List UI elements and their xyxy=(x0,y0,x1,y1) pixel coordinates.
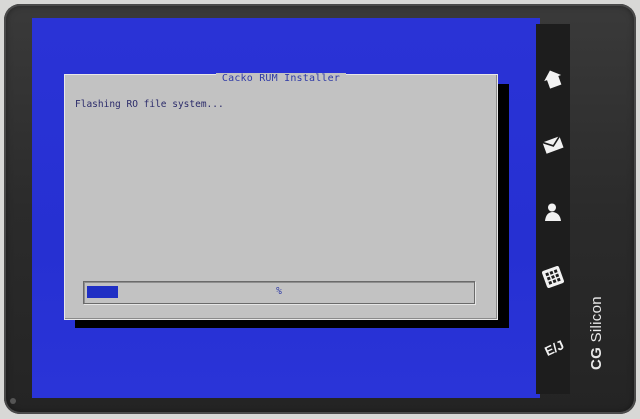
mail-button[interactable] xyxy=(540,132,566,158)
home-button[interactable] xyxy=(540,66,566,92)
brand-logo: CG Silicon xyxy=(588,296,605,370)
bezel-screw xyxy=(10,398,16,404)
mail-icon xyxy=(542,135,564,154)
installer-dialog: Cacko RUM Installer Flashing RO file sys… xyxy=(64,73,498,320)
svg-text:E/J: E/J xyxy=(542,337,564,358)
person-button[interactable] xyxy=(540,199,566,225)
language-button[interactable]: E/J xyxy=(540,334,566,360)
person-icon xyxy=(545,203,561,221)
keypad-button[interactable] xyxy=(540,264,566,290)
language-icon: E/J xyxy=(542,337,564,358)
progress-label: % xyxy=(276,286,282,297)
status-message: Flashing RO file system... xyxy=(75,99,224,110)
keypad-icon xyxy=(542,266,564,288)
home-icon xyxy=(544,70,562,89)
progress-bar: % xyxy=(83,281,475,304)
screen: Cacko RUM Installer Flashing RO file sys… xyxy=(32,18,540,398)
dialog-title: Cacko RUM Installer xyxy=(65,73,497,84)
